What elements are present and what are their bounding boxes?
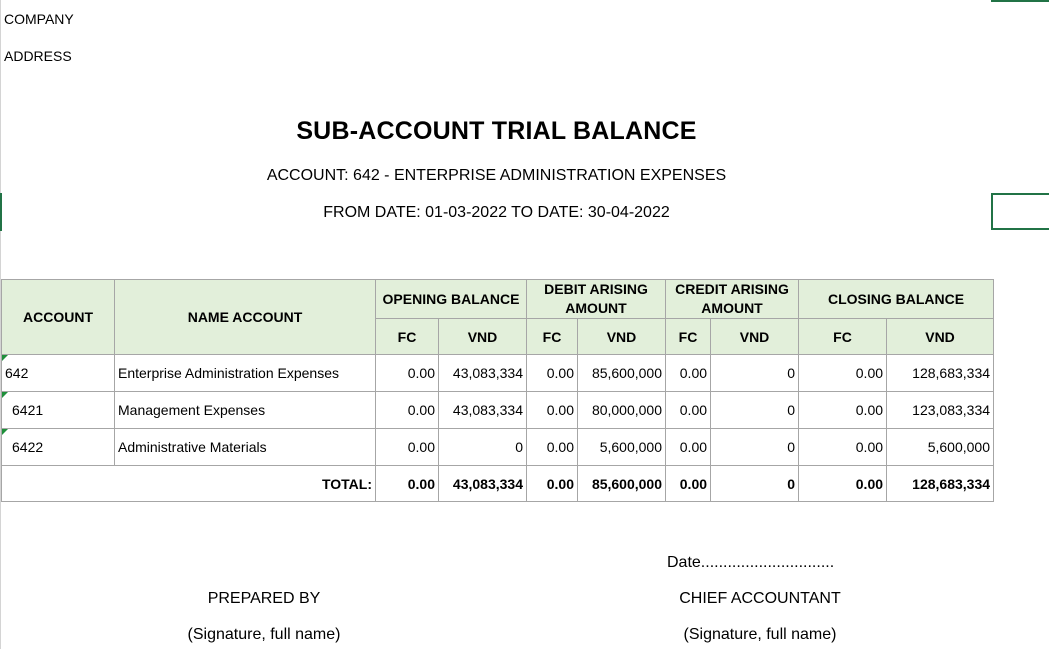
account-line: ACCOUNT: 642 - ENTERPRISE ADMINISTRATION… <box>266 167 727 184</box>
cell-credit-fc[interactable]: 0.00 <box>665 428 712 466</box>
cell-close-fc[interactable]: 0.00 <box>798 354 888 392</box>
account-code: 642 <box>5 365 29 381</box>
total-row: TOTAL: 0.00 43,083,334 0.00 85,600,000 0… <box>1 465 995 502</box>
header-closing-vnd[interactable]: VND <box>886 318 995 355</box>
cell-debit-vnd[interactable]: 85,600,000 <box>576 354 667 392</box>
cell-name[interactable]: Management Expenses <box>114 391 376 429</box>
cell-credit-fc[interactable]: 0.00 <box>665 354 712 392</box>
cell-account[interactable]: 6422 <box>1 428 115 466</box>
header-debit-fc[interactable]: FC <box>526 318 578 355</box>
company-label: COMPANY <box>4 11 74 27</box>
cell-open-vnd[interactable]: 43,083,334 <box>438 391 527 429</box>
header-debit-arising[interactable]: DEBIT ARISING AMOUNT <box>525 279 667 319</box>
account-code: 6422 <box>12 439 44 455</box>
cell-account[interactable]: 6421 <box>1 391 115 429</box>
trial-balance-table: ACCOUNT NAME ACCOUNT OPENING BALANCE DEB… <box>1 279 995 502</box>
cell-account[interactable]: 642 <box>1 354 115 392</box>
cell-open-fc[interactable]: 0.00 <box>375 354 439 392</box>
cell-close-vnd[interactable]: 5,600,000 <box>886 428 995 466</box>
cell-debit-vnd[interactable]: 80,000,000 <box>576 391 667 429</box>
cell-open-vnd[interactable]: 43,083,334 <box>438 354 527 392</box>
cell-debit-vnd[interactable]: 5,600,000 <box>576 428 667 466</box>
header-debit-vnd[interactable]: VND <box>576 318 667 355</box>
total-open-vnd[interactable]: 43,083,334 <box>438 465 527 502</box>
selected-cell[interactable] <box>991 193 1049 230</box>
table-row: 6421 Management Expenses 0.00 43,083,334… <box>1 391 995 429</box>
address-label: ADDRESS <box>4 48 72 64</box>
header-row-1: ACCOUNT NAME ACCOUNT OPENING BALANCE DEB… <box>1 279 995 355</box>
signature-right: (Signature, full name) <box>683 626 837 643</box>
total-credit-vnd[interactable]: 0 <box>710 465 800 502</box>
prepared-by-label: PREPARED BY <box>207 590 321 607</box>
total-close-fc[interactable]: 0.00 <box>798 465 888 502</box>
number-as-text-indicator-icon <box>2 392 8 398</box>
cell-name[interactable]: Administrative Materials <box>114 428 376 466</box>
header-credit-arising[interactable]: CREDIT ARISING AMOUNT <box>665 279 800 319</box>
header-credit-vnd[interactable]: VND <box>710 318 800 355</box>
header-name-account[interactable]: NAME ACCOUNT <box>114 279 376 355</box>
total-credit-fc[interactable]: 0.00 <box>665 465 712 502</box>
number-as-text-indicator-icon <box>2 429 8 435</box>
header-closing-balance[interactable]: CLOSING BALANCE <box>798 279 995 319</box>
total-open-fc[interactable]: 0.00 <box>375 465 439 502</box>
header-closing-fc[interactable]: FC <box>798 318 888 355</box>
cell-credit-fc[interactable]: 0.00 <box>665 391 712 429</box>
cell-open-fc[interactable]: 0.00 <box>375 391 439 429</box>
table-row: 6422 Administrative Materials 0.00 0 0.0… <box>1 428 995 466</box>
cell-close-vnd[interactable]: 128,683,334 <box>886 354 995 392</box>
cell-close-fc[interactable]: 0.00 <box>798 428 888 466</box>
cell-credit-vnd[interactable]: 0 <box>710 354 800 392</box>
footer-date-line: Date.............................. <box>667 554 835 571</box>
cell-close-fc[interactable]: 0.00 <box>798 391 888 429</box>
signature-left: (Signature, full name) <box>187 626 341 643</box>
total-label[interactable]: TOTAL: <box>1 465 376 502</box>
header-opening-vnd[interactable]: VND <box>438 318 527 355</box>
number-as-text-indicator-icon <box>2 355 8 361</box>
cell-open-fc[interactable]: 0.00 <box>375 428 439 466</box>
header-opening-balance[interactable]: OPENING BALANCE <box>375 279 527 319</box>
table-row: 642 Enterprise Administration Expenses 0… <box>1 354 995 392</box>
cell-name[interactable]: Enterprise Administration Expenses <box>114 354 376 392</box>
header-opening-fc[interactable]: FC <box>375 318 439 355</box>
cell-credit-vnd[interactable]: 0 <box>710 428 800 466</box>
column-selection-marker <box>991 0 1049 2</box>
cell-credit-vnd[interactable]: 0 <box>710 391 800 429</box>
total-close-vnd[interactable]: 128,683,334 <box>886 465 995 502</box>
header-credit-fc[interactable]: FC <box>665 318 712 355</box>
cell-close-vnd[interactable]: 123,083,334 <box>886 391 995 429</box>
date-range-line: FROM DATE: 01-03-2022 TO DATE: 30-04-202… <box>323 204 670 221</box>
cell-debit-fc[interactable]: 0.00 <box>526 354 578 392</box>
report-title: SUB-ACCOUNT TRIAL BALANCE <box>296 117 697 145</box>
cell-debit-fc[interactable]: 0.00 <box>526 428 578 466</box>
total-debit-vnd[interactable]: 85,600,000 <box>576 465 667 502</box>
cell-open-vnd[interactable]: 0 <box>438 428 527 466</box>
header-account[interactable]: ACCOUNT <box>1 279 115 355</box>
total-debit-fc[interactable]: 0.00 <box>526 465 578 502</box>
chief-accountant-label: CHIEF ACCOUNTANT <box>679 590 841 607</box>
cell-debit-fc[interactable]: 0.00 <box>526 391 578 429</box>
account-code: 6421 <box>12 402 44 418</box>
